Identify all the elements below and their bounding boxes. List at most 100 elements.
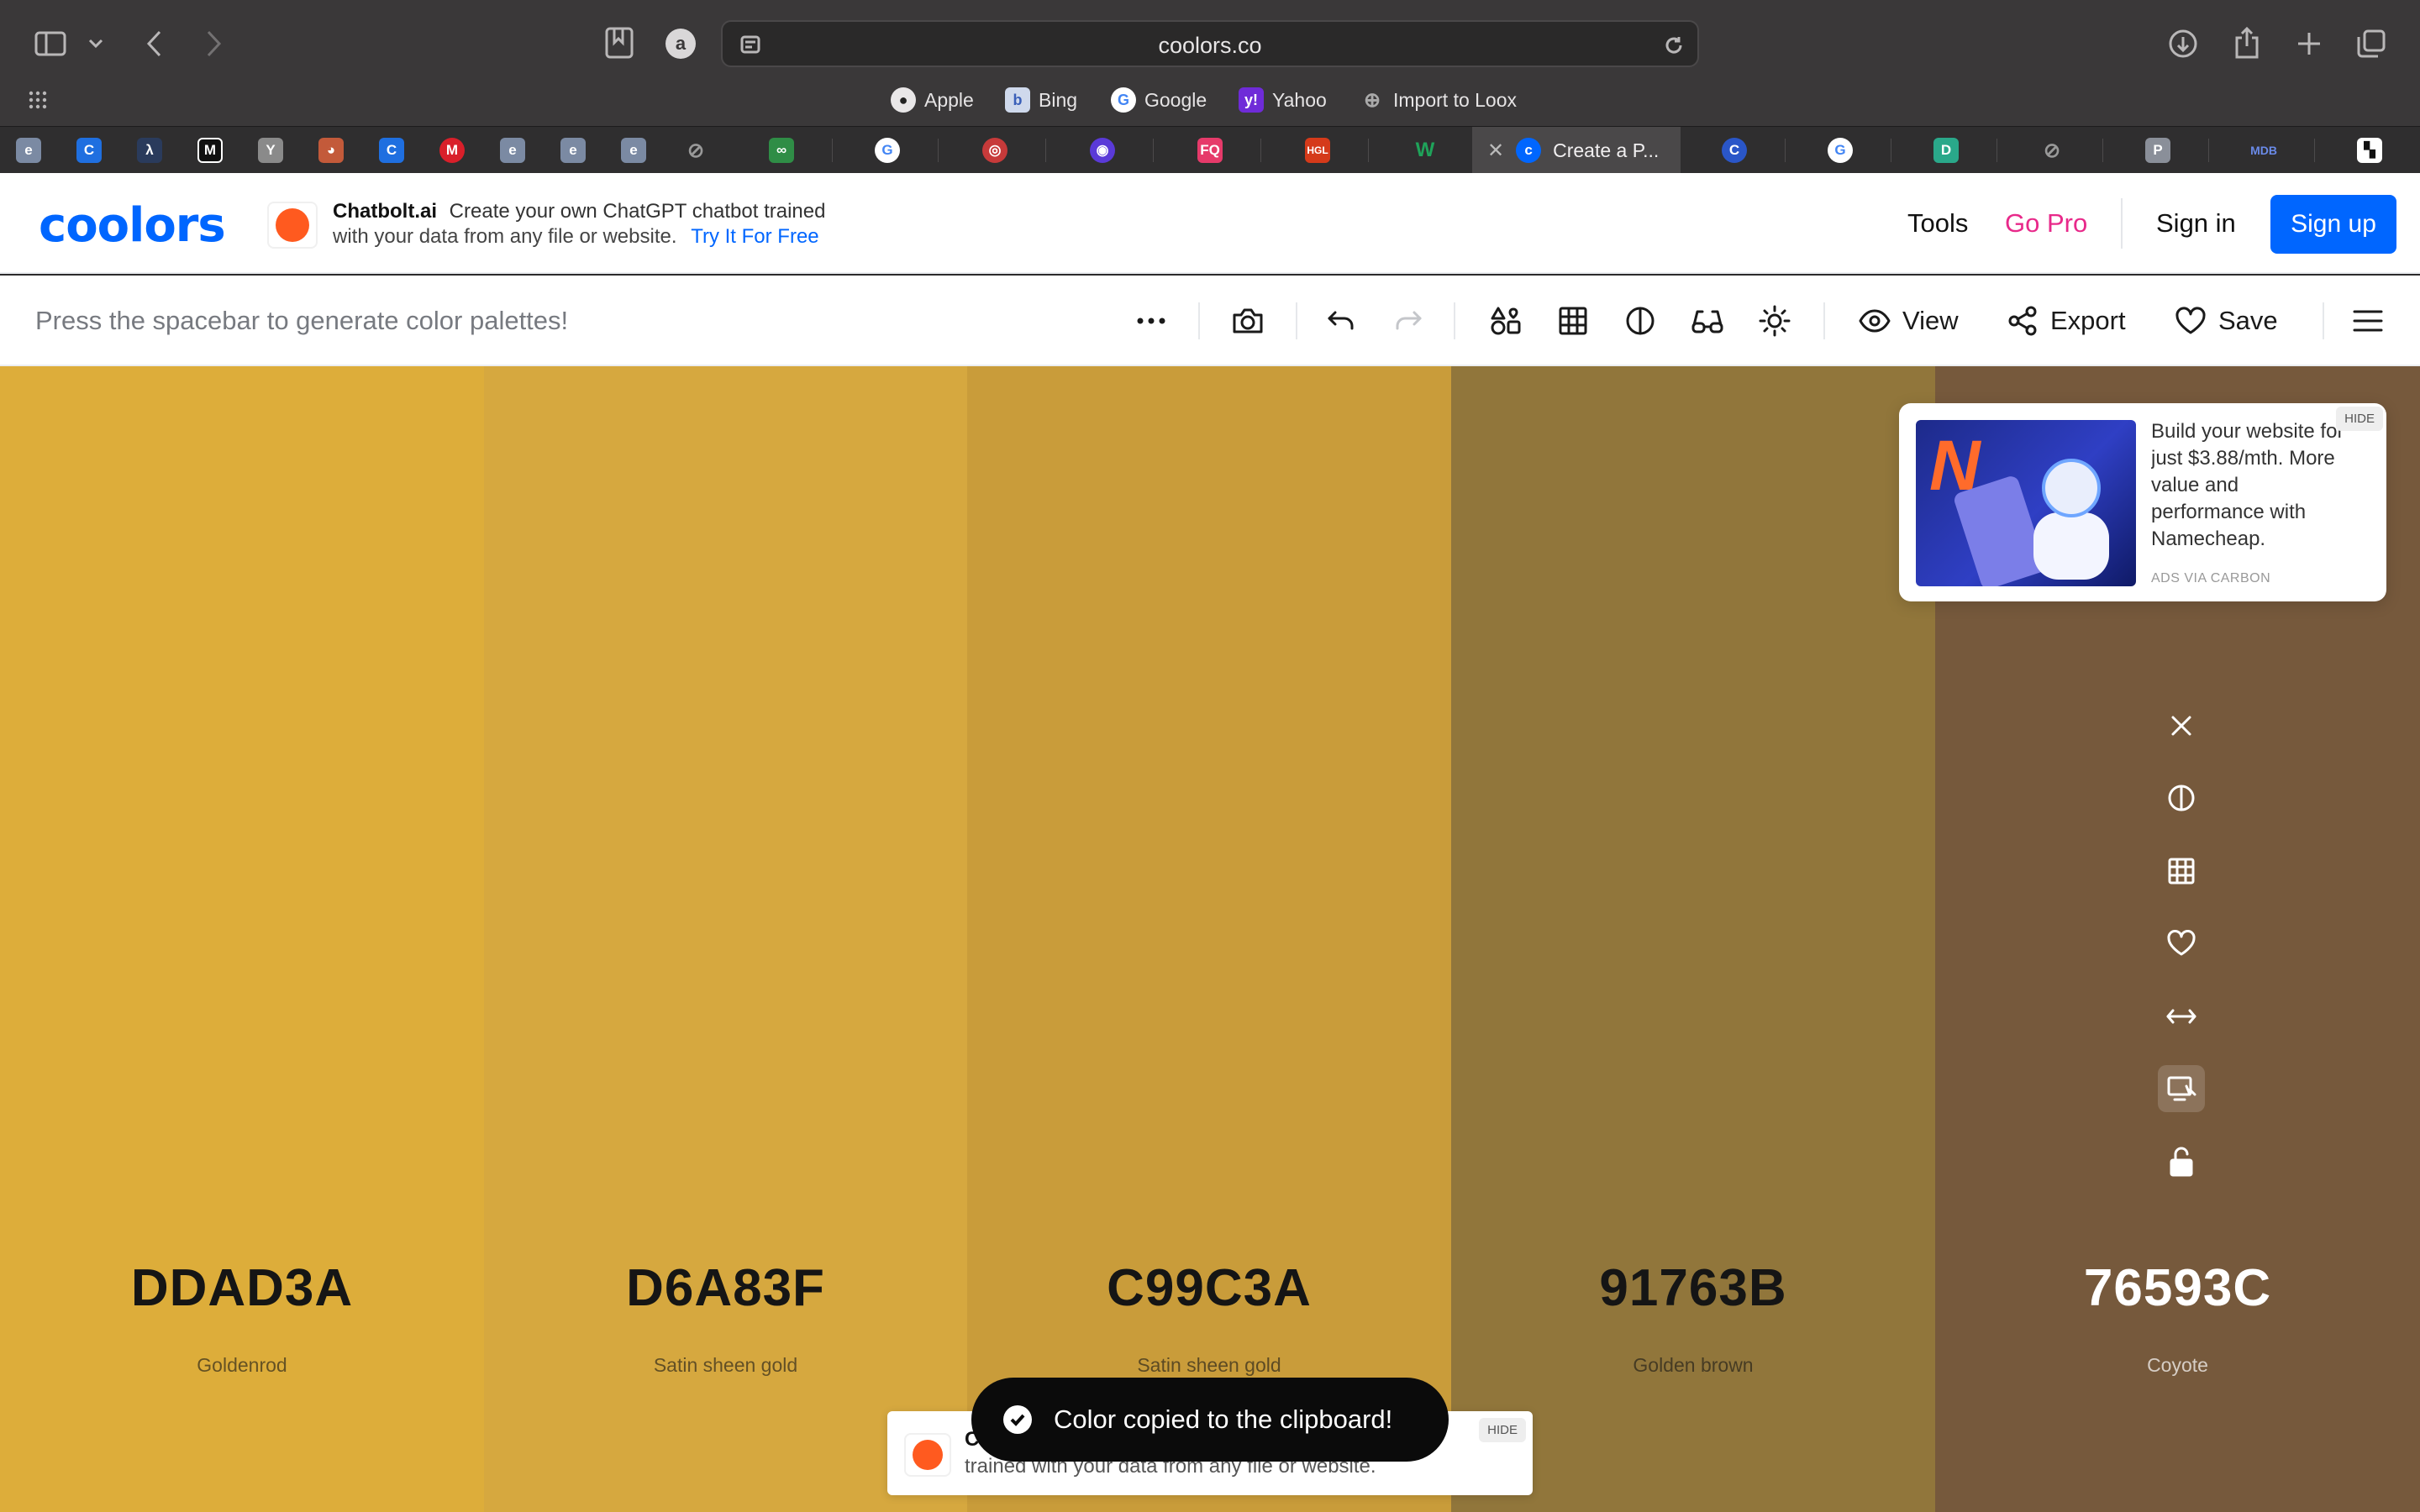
tab[interactable]: M <box>435 127 469 174</box>
bookmark-bing[interactable]: b Bing <box>1005 86 1077 114</box>
promo-cta-link[interactable]: Try It For Free <box>691 225 818 248</box>
coolors-logo[interactable]: coolors <box>39 198 226 253</box>
tab[interactable]: C <box>1718 127 1751 174</box>
new-tab-icon[interactable] <box>2291 25 2328 62</box>
swatch-hex[interactable]: DDAD3A <box>0 1258 484 1318</box>
contrast-icon[interactable] <box>1622 297 1659 344</box>
sidebar-toggle-icon[interactable] <box>32 25 69 62</box>
ad-text[interactable]: Build your website for just $3.88/mth. M… <box>2151 418 2353 561</box>
brightness-icon[interactable] <box>1756 297 1793 344</box>
bookmark-import-to-loox[interactable]: ⊕ Import to Loox <box>1360 86 1517 114</box>
y-favicon-icon: Y <box>258 138 283 163</box>
download-icon[interactable] <box>2165 25 2202 62</box>
tab[interactable]: M <box>193 127 227 174</box>
tab[interactable]: λ <box>133 127 166 174</box>
glasses-icon[interactable] <box>1689 297 1726 344</box>
back-icon[interactable] <box>139 25 170 62</box>
address-bar[interactable]: coolors.co <box>721 20 1699 67</box>
copy-hex-icon[interactable] <box>2158 1065 2205 1112</box>
header-promo[interactable]: Chatbolt.ai Create your own ChatGPT chat… <box>267 195 872 252</box>
tab-bar: e C λ M Y ◕ C M e e e ⊘ ∞ G ◎ ◉ FQ HGL W… <box>0 126 2420 174</box>
tab[interactable]: Y <box>254 127 287 174</box>
bottom-promo-hide-button[interactable]: HIDE <box>1479 1418 1526 1442</box>
bookmark-yahoo[interactable]: y! Yahoo <box>1239 86 1327 114</box>
grid-icon[interactable] <box>1555 297 1591 344</box>
google-favicon-icon: G <box>875 138 900 163</box>
tab[interactable]: ∞ <box>765 127 798 174</box>
chevron-down-icon[interactable] <box>86 30 106 57</box>
forward-icon[interactable] <box>198 25 229 62</box>
ad-via[interactable]: ADS VIA CARBON <box>2151 571 2270 586</box>
nav-divider <box>2121 198 2123 249</box>
browser-chrome: a coolors.co ● Apple b Bing G Google y! … <box>0 0 2420 174</box>
view-button[interactable]: View <box>1859 297 1959 344</box>
tab-overview-icon[interactable] <box>2353 25 2390 62</box>
color-swatch-3[interactable]: C99C3A Satin sheen gold <box>967 366 1451 1512</box>
save-button[interactable]: Save <box>2175 297 2278 344</box>
view-shades-grid-icon[interactable] <box>2158 848 2205 895</box>
tab[interactable]: MDB <box>2247 127 2281 174</box>
export-button[interactable]: Export <box>2007 297 2126 344</box>
reload-icon[interactable] <box>1662 34 1686 57</box>
tab[interactable]: ◕ <box>314 127 348 174</box>
tab[interactable]: G <box>1823 127 1857 174</box>
tab[interactable]: HGL <box>1301 127 1334 174</box>
lock-open-icon[interactable] <box>2158 1138 2205 1185</box>
ad-image[interactable]: N <box>1916 420 2136 586</box>
checker-favicon-icon: ▚ <box>2357 138 2382 163</box>
bookmark-apple[interactable]: ● Apple <box>891 86 974 114</box>
tab[interactable]: D <box>1929 127 1963 174</box>
circle-favicon-icon: ◎ <box>982 138 1007 163</box>
color-swatch-4[interactable]: 91763B Golden brown <box>1451 366 1935 1512</box>
tab[interactable]: e <box>556 127 590 174</box>
swatch-hex[interactable]: C99C3A <box>967 1258 1451 1318</box>
swatch-hex[interactable]: 76593C <box>1935 1258 2420 1318</box>
tab[interactable]: FQ <box>1193 127 1227 174</box>
tab[interactable]: C <box>72 127 106 174</box>
color-swatch-2[interactable]: D6A83F Satin sheen gold <box>484 366 967 1512</box>
tab[interactable]: e <box>12 127 45 174</box>
carbon-ad[interactable]: N Build your website for just $3.88/mth.… <box>1899 403 2386 601</box>
spacebar-hint: Press the spacebar to generate color pal… <box>35 306 569 335</box>
tab-active[interactable]: ✕ c Create a P... <box>1472 127 1681 174</box>
camera-icon[interactable] <box>1228 297 1267 344</box>
shades-contrast-icon[interactable] <box>2158 774 2205 822</box>
shapes-icon[interactable] <box>1487 297 1524 344</box>
hamburger-menu-icon[interactable] <box>2349 297 2386 344</box>
reading-list-icon[interactable] <box>602 24 637 62</box>
remove-color-icon[interactable] <box>2158 702 2205 749</box>
swatch-hex[interactable]: D6A83F <box>484 1258 967 1318</box>
sign-up-button[interactable]: Sign up <box>2270 195 2396 254</box>
nav-go-pro[interactable]: Go Pro <box>2005 208 2087 239</box>
redo-icon[interactable] <box>1392 297 1425 344</box>
tab[interactable]: ⊘ <box>679 127 713 174</box>
extension-icon[interactable]: a <box>664 27 697 60</box>
tab[interactable]: ⊘ <box>2035 127 2069 174</box>
google-favicon-icon: G <box>1828 138 1853 163</box>
ad-hide-button[interactable]: HIDE <box>2336 407 2383 431</box>
export-label: Export <box>2050 306 2126 335</box>
tab[interactable]: G <box>871 127 904 174</box>
tab[interactable]: e <box>617 127 650 174</box>
nav-tools[interactable]: Tools <box>1907 208 1968 239</box>
share-icon[interactable] <box>2228 24 2265 62</box>
tab[interactable]: W <box>1408 127 1442 174</box>
tab[interactable]: P <box>2141 127 2175 174</box>
tab[interactable]: e <box>496 127 529 174</box>
swatch-hex[interactable]: 91763B <box>1451 1258 1935 1318</box>
save-color-heart-icon[interactable] <box>2158 920 2205 967</box>
tab[interactable]: C <box>375 127 408 174</box>
drag-horizontal-icon[interactable] <box>2158 993 2205 1040</box>
tab[interactable]: ◉ <box>1086 127 1119 174</box>
sign-in-link[interactable]: Sign in <box>2156 208 2236 239</box>
apps-grid-icon[interactable] <box>25 87 50 113</box>
color-swatch-1[interactable]: DDAD3A Goldenrod <box>0 366 484 1512</box>
undo-icon[interactable] <box>1324 297 1358 344</box>
tab[interactable]: ◎ <box>978 127 1012 174</box>
view-label: View <box>1902 306 1959 335</box>
more-options-icon[interactable] <box>1133 297 1170 344</box>
tab[interactable]: ▚ <box>2353 127 2386 174</box>
mdb-favicon-icon: MDB <box>2250 144 2277 157</box>
bookmark-google[interactable]: G Google <box>1111 86 1207 114</box>
close-tab-icon[interactable]: ✕ <box>1487 139 1504 163</box>
